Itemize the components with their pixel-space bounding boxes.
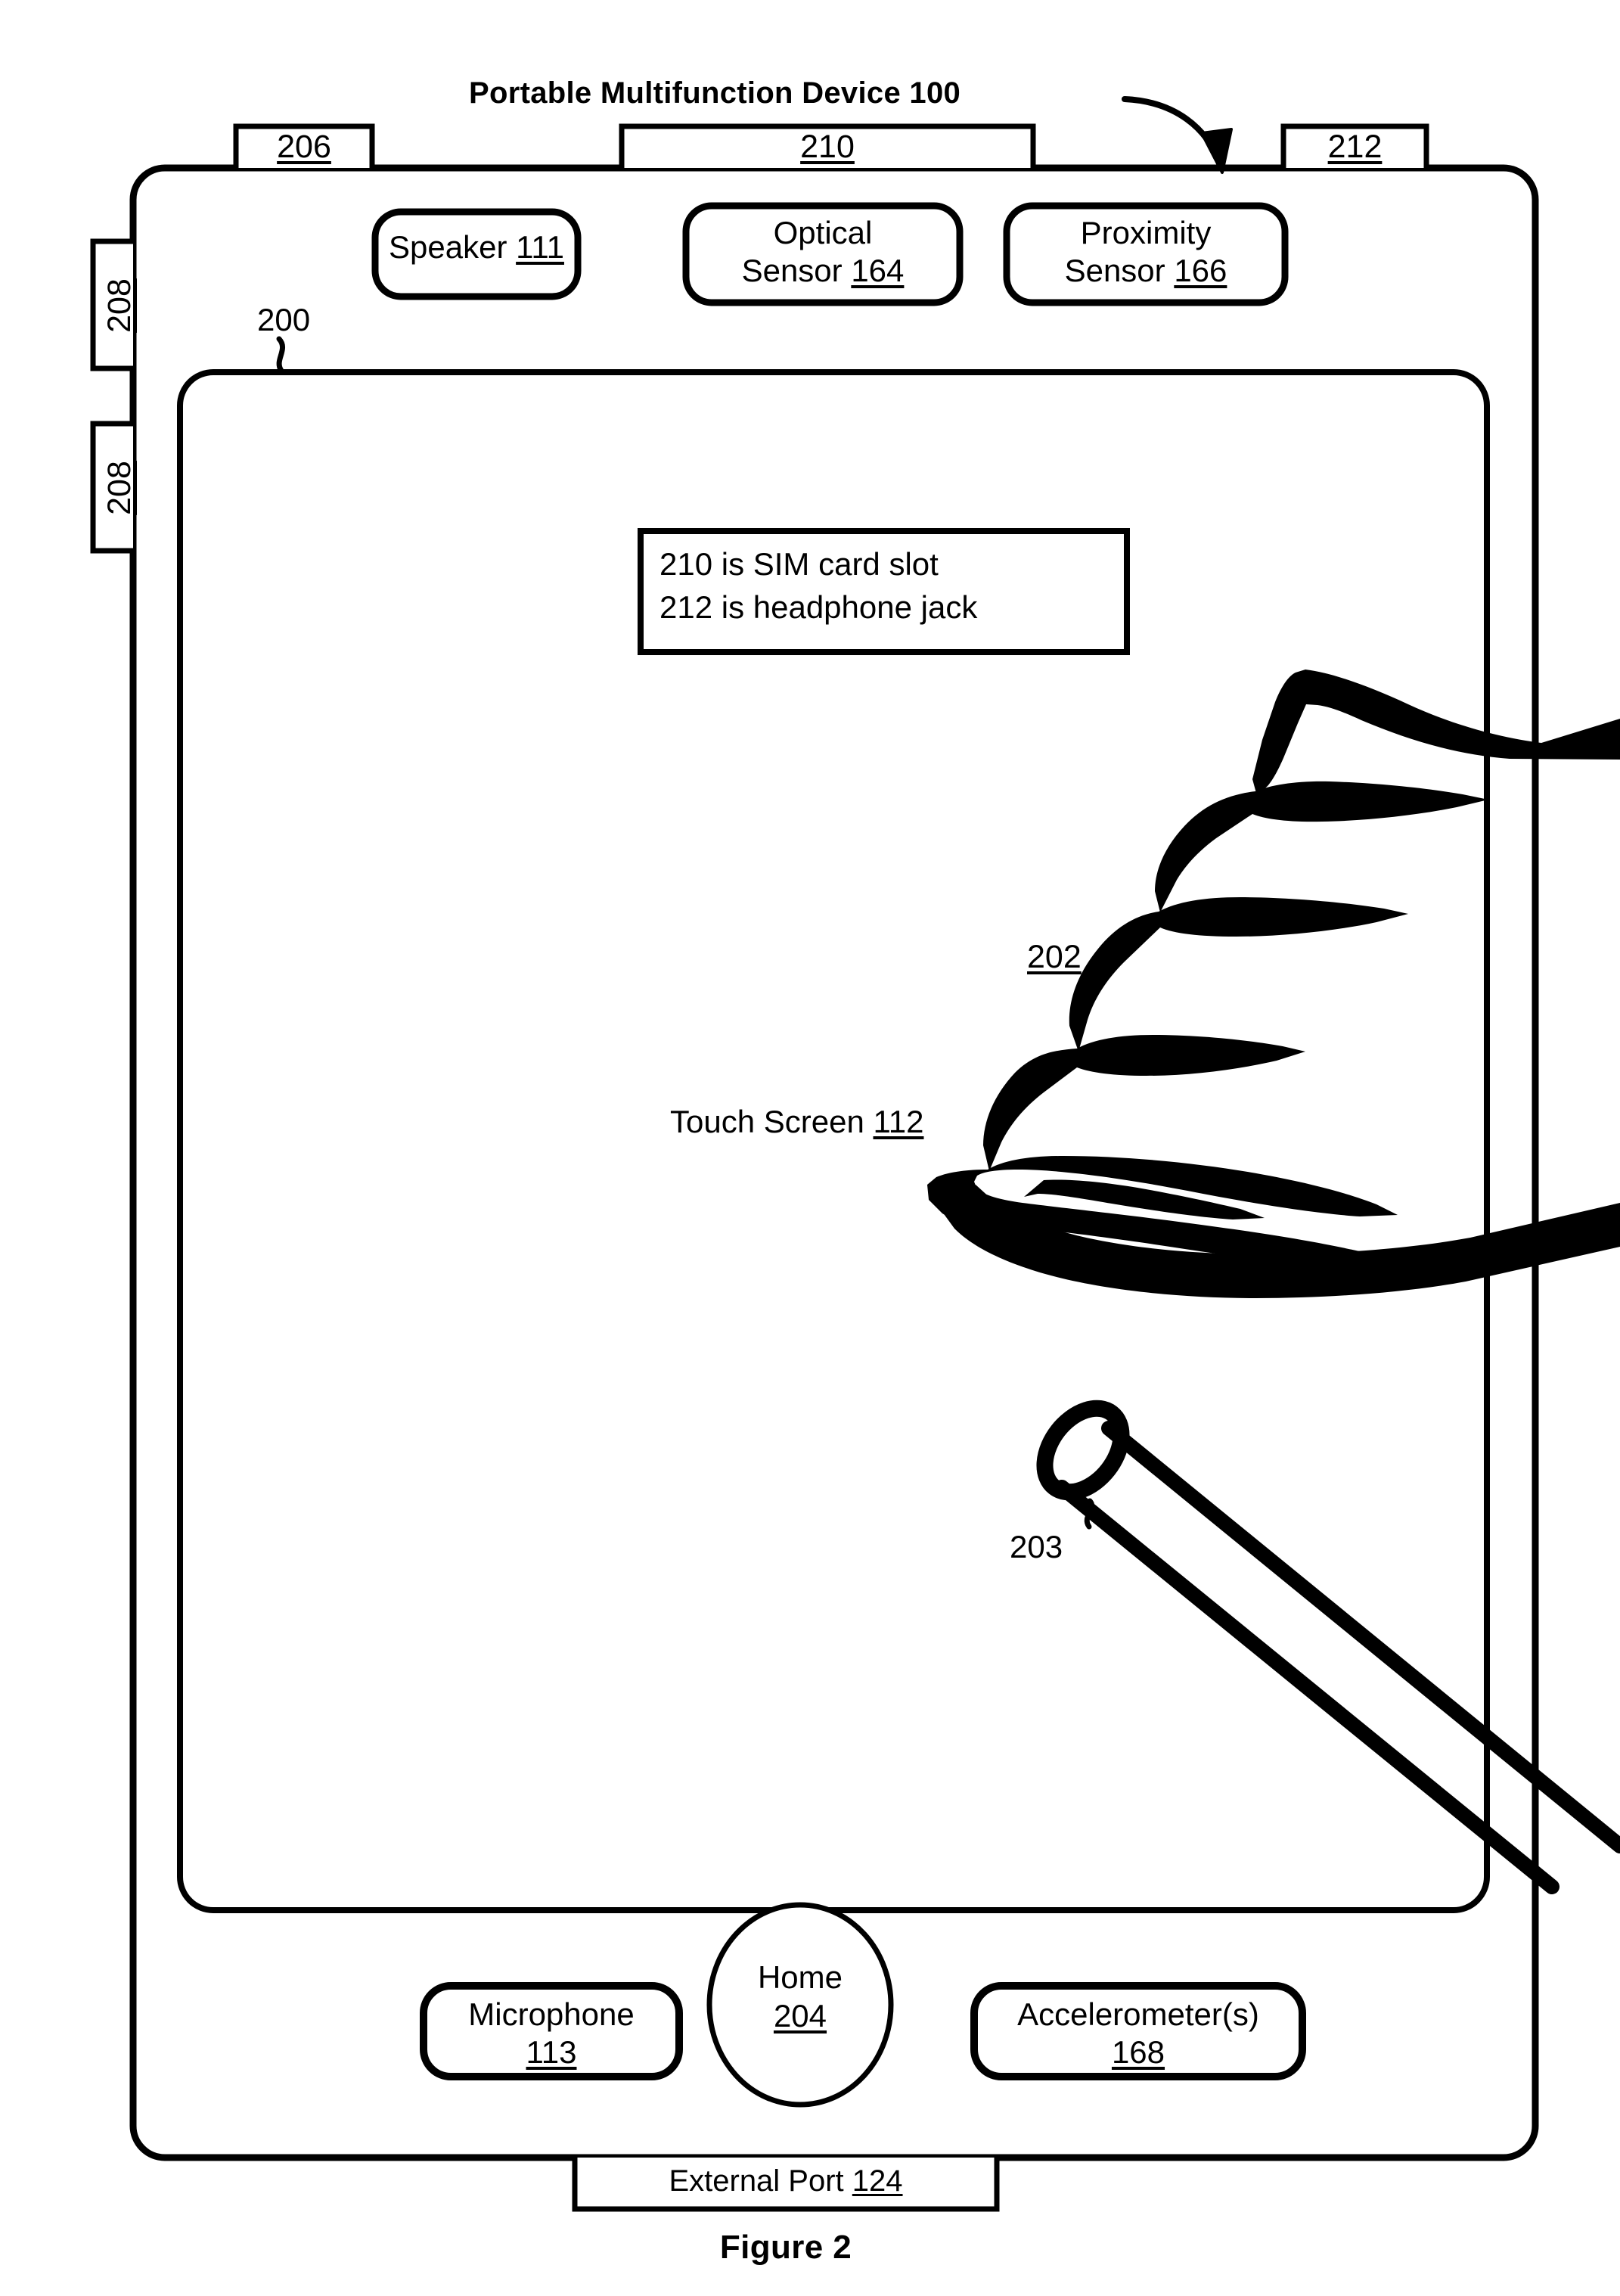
external-port-label-text: External Port (669, 2164, 852, 2198)
proximity-sensor-label: Proximity Sensor 166 (1007, 214, 1285, 289)
speaker-label-text: Speaker (389, 229, 517, 265)
optical-sensor-ref: 164 (851, 252, 905, 288)
touch-screen-label-text: Touch Screen (670, 1104, 874, 1139)
bezel-ref-label: 200 (257, 302, 311, 337)
annotation-note-line2: 212 is headphone jack (659, 589, 978, 625)
home-button-label-text: Home (757, 1959, 843, 1995)
external-port-label: External Port 124 (575, 2164, 997, 2199)
microphone-label-text: Microphone (468, 1996, 635, 2032)
bezel-leader-squiggle (276, 336, 286, 374)
external-port-ref: 124 (852, 2164, 903, 2198)
ref-label-206: 206 (277, 129, 331, 165)
accelerometers-ref: 168 (1111, 2034, 1165, 2071)
microphone-ref: 113 (526, 2034, 577, 2071)
speaker-ref: 111 (516, 229, 564, 265)
ref-label-212: 212 (1327, 129, 1383, 165)
annotation-note-line1: 210 is SIM card slot (659, 546, 939, 582)
figure-title: Portable Multifunction Device 100 (469, 76, 961, 110)
home-button-ref: 204 (773, 1998, 827, 2034)
speaker-label: Speaker 111 (375, 228, 578, 266)
finger-ref-label: 202 (1027, 939, 1082, 975)
figure-caption: Figure 2 (719, 2229, 852, 2266)
microphone-label: Microphone 113 (424, 1996, 679, 2072)
ref-label-208-lower: 208 (101, 461, 138, 515)
proximity-sensor-ref: 166 (1174, 252, 1227, 288)
annotation-note: 210 is SIM card slot 212 is headphone jac… (659, 543, 1113, 629)
home-button-label[interactable]: Home 204 (709, 1958, 891, 2035)
optical-sensor-label: Optical Sensor 164 (686, 214, 960, 289)
stylus-ref-label: 203 (1010, 1529, 1063, 1564)
patent-figure-2: Portable Multifunction Device 100 206 21… (0, 0, 1620, 2296)
ref-label-210: 210 (800, 129, 855, 165)
touch-screen-label: Touch Screen 112 (670, 1103, 923, 1141)
touch-screen-ref: 112 (873, 1104, 924, 1139)
figure-linework (90, 96, 1620, 2212)
accelerometers-label: Accelerometer(s) 168 (974, 1996, 1302, 2072)
accelerometers-label-text: Accelerometer(s) (1017, 1996, 1259, 2032)
ref-label-208-upper: 208 (101, 278, 138, 333)
